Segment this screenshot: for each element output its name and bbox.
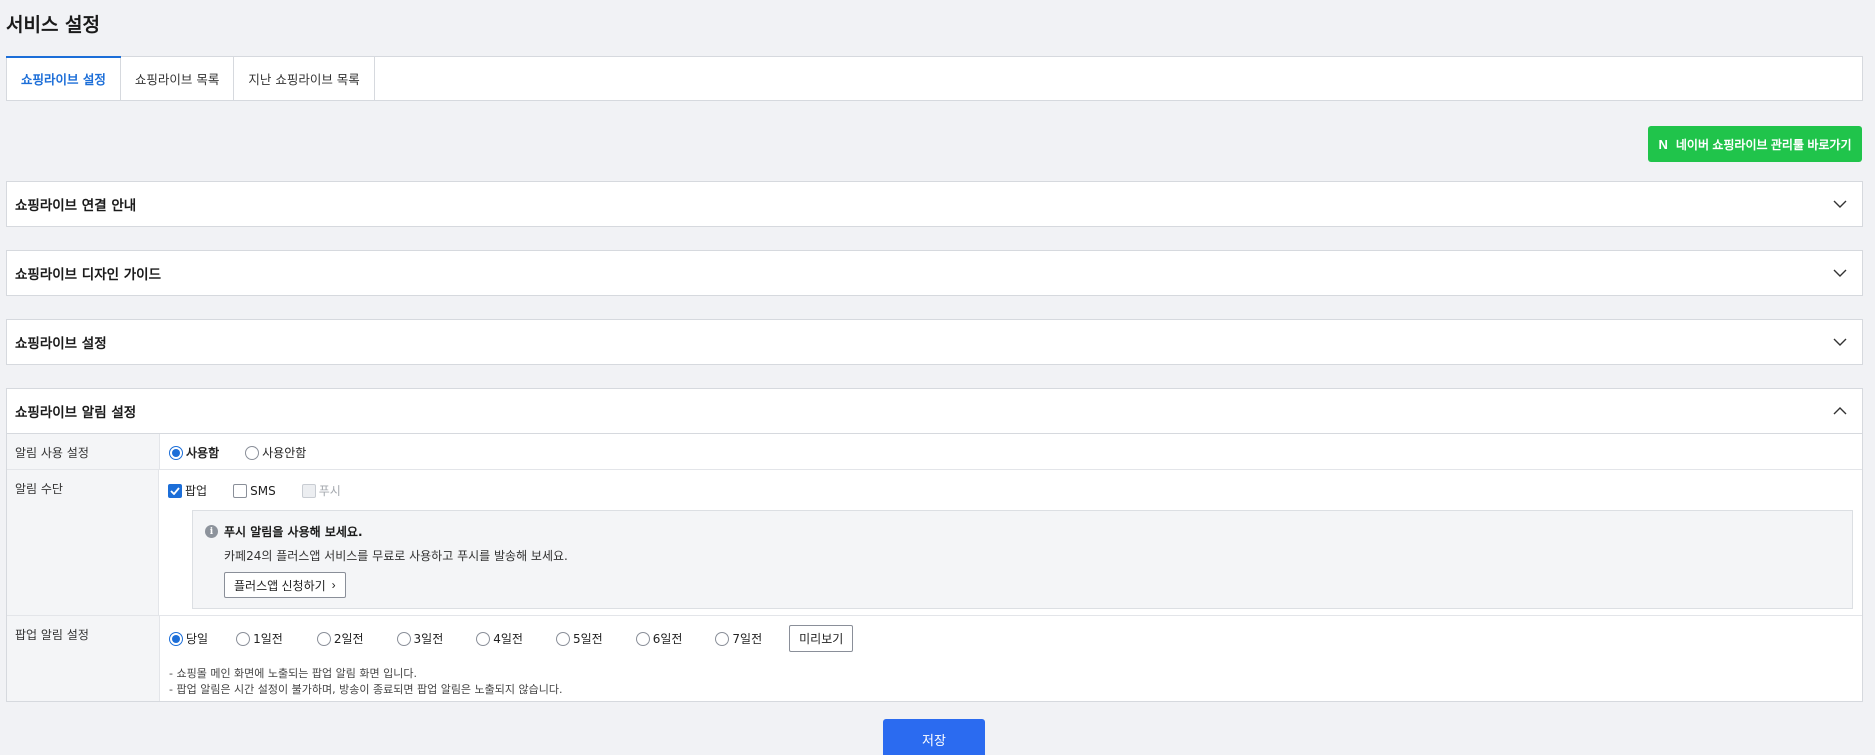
popup-4day-option[interactable]: 4일전 (476, 630, 523, 647)
accordion-notification-settings: 쇼핑라이브 알림 설정 알림 사용 설정 사용함 사용안함 알림 수단 팝업 S… (6, 388, 1863, 702)
accordion-header[interactable]: 쇼핑라이브 설정 (7, 320, 1862, 364)
chevron-down-icon (1832, 334, 1848, 350)
popup-7day-option[interactable]: 7일전 (715, 630, 762, 647)
accordion-title: 쇼핑라이브 설정 (15, 336, 107, 352)
popup-6day-option[interactable]: 6일전 (635, 630, 682, 647)
naver-shoppinglive-admin-button[interactable]: N 네이버 쇼핑라이브 관리툴 바로가기 (1648, 126, 1862, 162)
accordion-header[interactable]: 쇼핑라이브 디자인 가이드 (7, 251, 1862, 295)
accordion-body: 알림 사용 설정 사용함 사용안함 알림 수단 팝업 SMS 푸시 i 푸시 알… (7, 433, 1862, 701)
radio-button[interactable] (236, 631, 251, 646)
save-button[interactable]: 저장 (883, 719, 985, 755)
row-label: 알림 사용 설정 (7, 434, 160, 469)
popup-timing-radio-group: 당일 1일전 2일전 3일전 4일전 5일전 6일전 7일전 미리보기 (169, 625, 1853, 652)
radio-button[interactable] (316, 631, 331, 646)
usage-enabled-option[interactable]: 사용함 (169, 444, 219, 461)
checkbox (301, 483, 316, 498)
popup-notes: - 쇼핑몰 메인 화면에 노출되는 팝업 알림 화면 입니다. - 팝업 알림은… (169, 666, 1853, 698)
accordion-shoppinglive-settings: 쇼핑라이브 설정 (6, 319, 1863, 365)
notification-method-row: 알림 수단 팝업 SMS 푸시 i 푸시 알림을 사용해 보세요. 카페24의 … (7, 470, 1862, 616)
popup-note: - 쇼핑몰 메인 화면에 노출되는 팝업 알림 화면 입니다. (169, 667, 417, 680)
radio-button[interactable] (245, 445, 260, 460)
accordion-title: 쇼핑라이브 알림 설정 (15, 405, 137, 421)
tab-shoppinglive-settings[interactable]: 쇼핑라이브 설정 (6, 56, 121, 100)
naver-button-label: 네이버 쇼핑라이브 관리툴 바로가기 (1675, 137, 1852, 152)
radio-button[interactable] (169, 445, 183, 460)
popup-note: - 팝업 알림은 시간 설정이 불가하며, 방송이 종료되면 팝업 알림은 노출… (169, 683, 563, 696)
accordion-connection-guide: 쇼핑라이브 연결 안내 (6, 181, 1863, 227)
chevron-down-icon (1832, 265, 1848, 281)
info-title: 푸시 알림을 사용해 보세요. (224, 525, 363, 539)
push-info-box: i 푸시 알림을 사용해 보세요. 카페24의 플러스앱 서비스를 무료로 사용… (192, 510, 1853, 609)
method-sms-option[interactable]: SMS (233, 483, 276, 498)
checkbox[interactable] (233, 483, 248, 498)
chevron-right-icon: › (331, 578, 336, 592)
popup-2day-option[interactable]: 2일전 (316, 630, 364, 647)
popup-5day-option[interactable]: 5일전 (555, 630, 603, 647)
accordion-design-guide: 쇼핑라이브 디자인 가이드 (6, 250, 1863, 296)
tab-bar: 쇼핑라이브 설정 쇼핑라이브 목록 지난 쇼핑라이브 목록 (6, 56, 1863, 101)
popup-3day-option[interactable]: 3일전 (396, 630, 443, 647)
radio-button[interactable] (715, 631, 730, 646)
info-icon: i (205, 525, 218, 538)
radio-button[interactable] (555, 631, 570, 646)
row-label: 팝업 알림 설정 (7, 616, 160, 701)
method-push-option: 푸시 (301, 482, 341, 499)
accordion-title: 쇼핑라이브 연결 안내 (15, 198, 137, 214)
accordion-header[interactable]: 쇼핑라이브 연결 안내 (7, 182, 1862, 226)
radio-button[interactable] (169, 631, 183, 646)
usage-radio-group: 사용함 사용안함 (169, 444, 1853, 461)
chevron-up-icon (1832, 403, 1848, 419)
accordion-title: 쇼핑라이브 디자인 가이드 (15, 267, 162, 283)
chevron-down-icon (1832, 196, 1848, 212)
usage-disabled-option[interactable]: 사용안함 (245, 444, 306, 461)
popup-notification-row: 팝업 알림 설정 당일 1일전 2일전 3일전 4일전 5일전 6일전 7일전 … (7, 616, 1862, 701)
naver-logo-icon: N (1658, 136, 1668, 152)
radio-button[interactable] (476, 631, 491, 646)
row-label: 알림 수단 (7, 470, 159, 615)
tab-past-shoppinglive-list[interactable]: 지난 쇼핑라이브 목록 (234, 57, 375, 100)
plusapp-apply-button[interactable]: 플러스앱 신청하기 › (224, 572, 346, 598)
popup-1day-option[interactable]: 1일전 (236, 630, 283, 647)
method-popup-option[interactable]: 팝업 (168, 482, 207, 499)
radio-button[interactable] (635, 631, 650, 646)
popup-same-day-option[interactable]: 당일 (169, 630, 208, 647)
tab-shoppinglive-list[interactable]: 쇼핑라이브 목록 (121, 57, 235, 100)
method-checkbox-group: 팝업 SMS 푸시 (168, 482, 1853, 499)
radio-button[interactable] (396, 631, 411, 646)
info-description: 카페24의 플러스앱 서비스를 무료로 사용하고 푸시를 발송해 보세요. (224, 549, 568, 563)
notification-usage-row: 알림 사용 설정 사용함 사용안함 (7, 434, 1862, 470)
preview-button[interactable]: 미리보기 (789, 625, 854, 652)
accordion-header[interactable]: 쇼핑라이브 알림 설정 (7, 389, 1862, 433)
page-title: 서비스 설정 (6, 14, 101, 36)
checkbox[interactable] (168, 483, 182, 498)
